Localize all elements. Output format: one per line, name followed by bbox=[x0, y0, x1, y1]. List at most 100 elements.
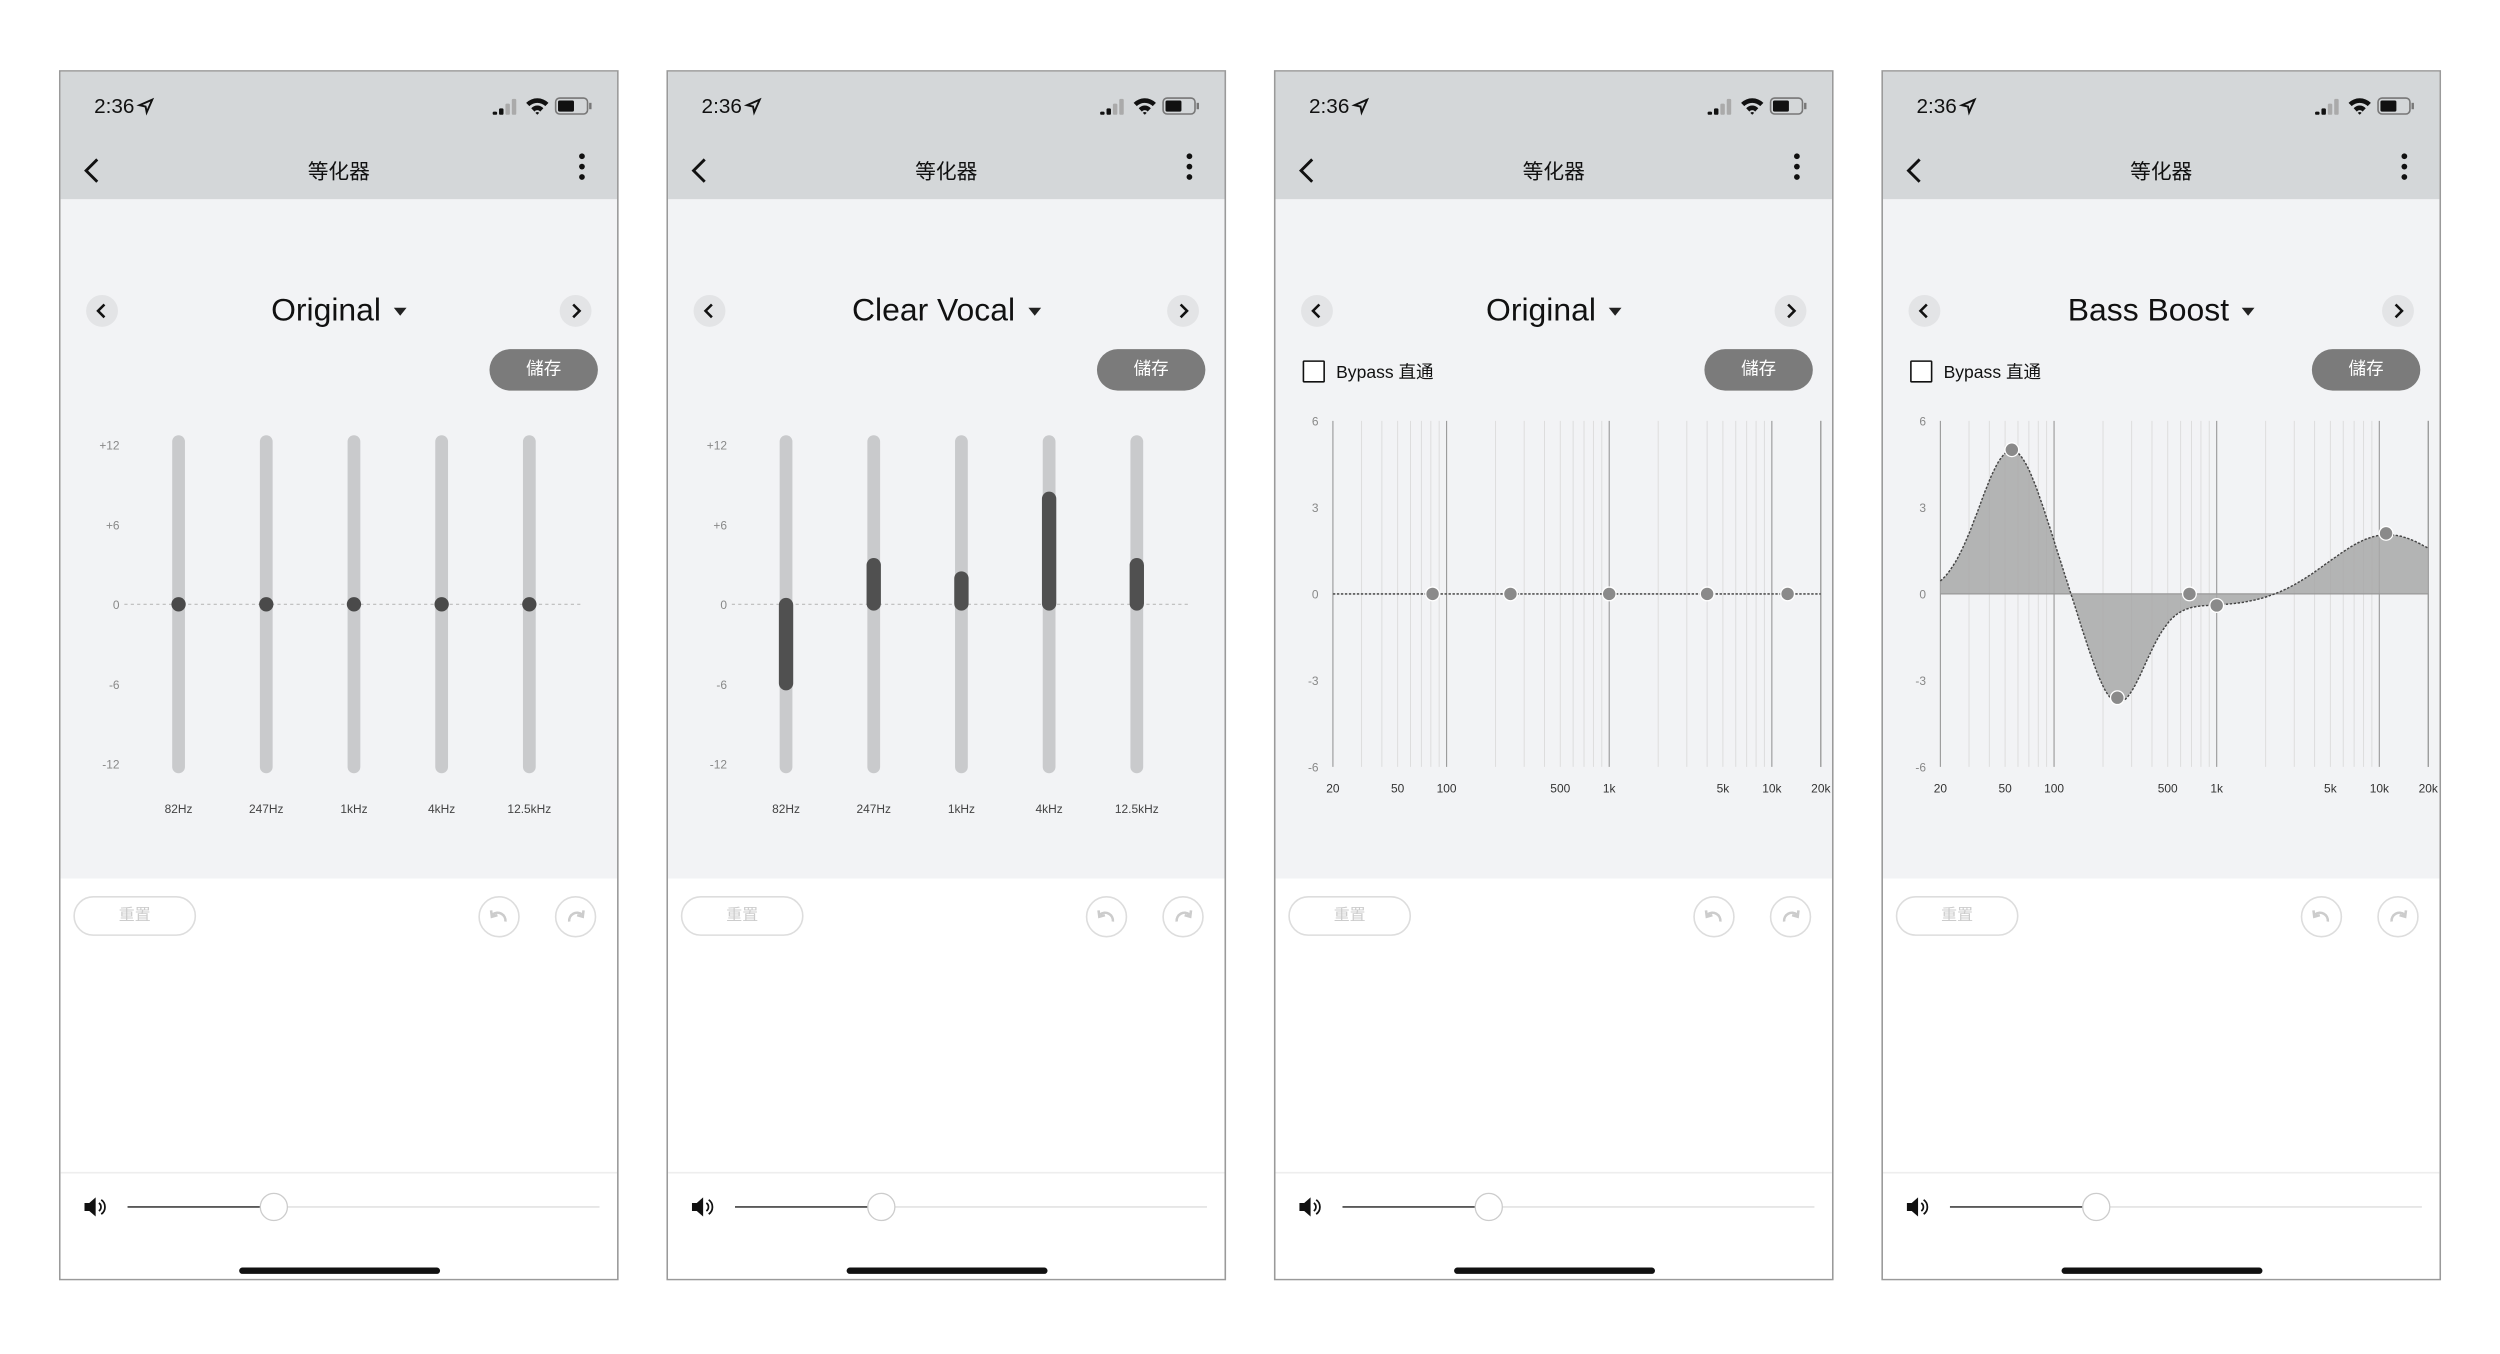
band-handle[interactable] bbox=[2209, 597, 2225, 613]
x-tick-label: 50 bbox=[1391, 781, 1405, 795]
x-tick-label: 10k bbox=[2370, 781, 2389, 795]
undo-button[interactable] bbox=[1693, 896, 1735, 938]
phone-screen: 2:36 等化器 Original 儲存 Bypass 直通 6 3 0 -3 -6 20 50 100… bbox=[1273, 70, 1834, 1281]
y-tick-label: +12 bbox=[707, 439, 728, 453]
home-indicator bbox=[1454, 1267, 1655, 1274]
band-label: 12.5kHz bbox=[1115, 802, 1159, 816]
phone-screen: 2:36 等化器 Clear Vocal 儲存 +12 +6 0 -6 -12 82Hz 247Hz… bbox=[666, 70, 1227, 1281]
x-tick-label: 10k bbox=[1762, 781, 1781, 795]
y-tick-label: -3 bbox=[1308, 674, 1319, 688]
slider-fill[interactable] bbox=[1129, 558, 1144, 611]
slider-knob[interactable] bbox=[346, 597, 362, 612]
x-tick-label: 50 bbox=[1998, 781, 2012, 795]
x-tick-label: 20k bbox=[2419, 781, 2438, 795]
y-tick-label: 6 bbox=[1919, 415, 1926, 429]
band-handle[interactable] bbox=[1601, 586, 1617, 602]
slider-knob[interactable] bbox=[259, 597, 274, 612]
band-handle[interactable] bbox=[1780, 586, 1796, 602]
y-tick-label: -6 bbox=[1308, 761, 1319, 775]
band-label: 12.5kHz bbox=[507, 802, 551, 816]
undo-button[interactable] bbox=[1085, 896, 1128, 938]
redo-button[interactable] bbox=[2377, 896, 2419, 938]
reset-button[interactable]: 重置 bbox=[73, 896, 197, 936]
band-handle[interactable] bbox=[1425, 586, 1441, 602]
speaker-icon bbox=[1906, 1197, 1929, 1217]
y-tick-label: 0 bbox=[1312, 588, 1319, 602]
home-indicator bbox=[846, 1267, 1048, 1274]
y-tick-label: 0 bbox=[720, 598, 727, 612]
redo-icon bbox=[1782, 910, 1800, 922]
slider-fill[interactable] bbox=[778, 597, 794, 691]
slider-equalizer: +12 +6 0 -6 -12 82Hz 247Hz 1kHz 4kHz 12.5kHz bbox=[99, 435, 581, 816]
undo-icon bbox=[2312, 910, 2330, 922]
band-handle[interactable] bbox=[2378, 525, 2394, 541]
slider-fill[interactable] bbox=[954, 571, 969, 611]
volume-control bbox=[1299, 1192, 1815, 1222]
undo-icon bbox=[1097, 910, 1115, 922]
divider bbox=[668, 1171, 1225, 1174]
divider bbox=[60, 1171, 618, 1174]
phone-screen: 2:36 等化器 Bass Boost 儲存 Bypass 直通 6 3 0 -3 -6 20 50 1… bbox=[1881, 70, 2442, 1281]
home-indicator bbox=[2061, 1267, 2263, 1274]
volume-control bbox=[84, 1192, 600, 1222]
band-label: 1kHz bbox=[340, 802, 367, 816]
reset-button[interactable]: 重置 bbox=[1895, 896, 2019, 936]
undo-icon bbox=[1704, 910, 1722, 922]
volume-knob[interactable] bbox=[259, 1192, 289, 1222]
redo-icon bbox=[2390, 910, 2408, 922]
slider-fill[interactable] bbox=[866, 558, 881, 611]
y-tick-label: -6 bbox=[1915, 761, 1926, 775]
band-label: 247Hz bbox=[249, 802, 284, 816]
undo-button[interactable] bbox=[478, 896, 520, 938]
y-tick-label: +12 bbox=[99, 439, 120, 453]
y-tick-label: -6 bbox=[109, 678, 120, 692]
volume-knob[interactable] bbox=[1474, 1192, 1503, 1222]
x-tick-label: 500 bbox=[2158, 781, 2178, 795]
band-handle[interactable] bbox=[1699, 586, 1715, 602]
y-tick-label: 0 bbox=[1919, 588, 1926, 602]
reset-button[interactable]: 重置 bbox=[680, 896, 804, 936]
y-tick-label: 3 bbox=[1919, 501, 1926, 515]
parametric-eq-graph: 6 3 0 -3 -6 20 50 100 500 1k 5k 10k 20k bbox=[1308, 415, 1831, 796]
bottom-controls: 重置 bbox=[1882, 878, 2440, 1279]
slider-knob[interactable] bbox=[171, 597, 186, 612]
x-tick-label: 20 bbox=[1326, 781, 1340, 795]
y-tick-label: +6 bbox=[106, 518, 120, 532]
y-tick-label: -3 bbox=[1915, 674, 1926, 688]
band-handle[interactable] bbox=[2004, 442, 2020, 458]
reset-button[interactable]: 重置 bbox=[1288, 896, 1412, 936]
band-handle[interactable] bbox=[2181, 586, 2197, 602]
x-tick-label: 20k bbox=[1811, 781, 1830, 795]
bottom-controls: 重置 bbox=[60, 878, 618, 1279]
divider bbox=[1882, 1171, 2440, 1174]
undo-button[interactable] bbox=[2300, 896, 2343, 938]
x-tick-label: 5k bbox=[2324, 781, 2337, 795]
speaker-icon bbox=[84, 1197, 106, 1217]
x-tick-label: 1k bbox=[2210, 781, 2223, 795]
volume-control bbox=[1906, 1192, 2422, 1222]
phone-screen: 2:36 等化器 Original 儲存 +12 +6 0 -6 -12 82Hz 247Hz 1kH… bbox=[58, 70, 619, 1281]
band-handle[interactable] bbox=[2109, 690, 2125, 706]
redo-icon bbox=[567, 910, 585, 922]
redo-button[interactable] bbox=[554, 896, 597, 938]
band-handle[interactable] bbox=[1502, 586, 1518, 602]
slider-knob[interactable] bbox=[522, 597, 537, 612]
volume-knob[interactable] bbox=[2082, 1192, 2111, 1222]
volume-knob[interactable] bbox=[867, 1192, 896, 1222]
screens-canvas: 2:36 等化器 Original 儲存 +12 +6 0 -6 -12 82Hz 247Hz 1kH… bbox=[0, 0, 2500, 1354]
x-tick-label: 20 bbox=[1934, 781, 1948, 795]
y-tick-label: 6 bbox=[1312, 415, 1319, 429]
redo-button[interactable] bbox=[1769, 896, 1812, 938]
slider-fill[interactable] bbox=[1041, 491, 1057, 611]
undo-icon bbox=[489, 910, 507, 922]
band-label: 82Hz bbox=[165, 802, 193, 816]
x-tick-label: 5k bbox=[1717, 781, 1730, 795]
y-tick-label: -12 bbox=[102, 758, 120, 772]
y-tick-label: -6 bbox=[716, 678, 727, 692]
y-tick-label: 3 bbox=[1312, 501, 1319, 515]
x-tick-label: 1k bbox=[1603, 781, 1616, 795]
redo-icon bbox=[1175, 910, 1193, 922]
slider-knob[interactable] bbox=[434, 597, 449, 612]
redo-button[interactable] bbox=[1162, 896, 1204, 938]
home-indicator bbox=[239, 1267, 441, 1274]
